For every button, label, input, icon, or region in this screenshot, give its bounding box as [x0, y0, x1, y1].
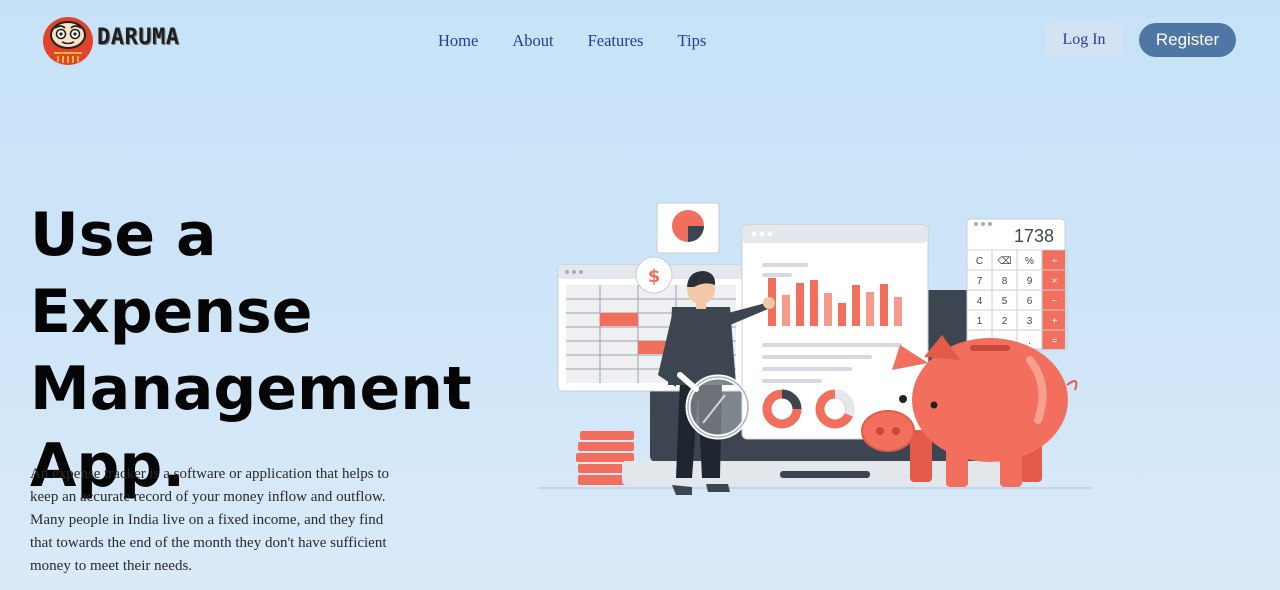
hero-title: Use a Expense Management App. [30, 200, 472, 501]
calculator-key: % [1025, 256, 1034, 267]
nav-home-link[interactable]: Home [438, 31, 478, 51]
calculator-key: 9 [1027, 276, 1033, 287]
nav-tips-link[interactable]: Tips [677, 31, 706, 51]
register-button[interactable]: Register [1139, 23, 1236, 57]
pie-chart-card [656, 202, 720, 254]
calculator-key: . [1028, 336, 1031, 347]
calculator-key: ÷ [1052, 256, 1058, 267]
dollar-bubble: $ [635, 256, 673, 294]
calculator-key: 8 [1002, 276, 1008, 287]
calculator-key: 4 [977, 296, 983, 307]
expense-illustration: $ 1738 C ⌫% ÷ 7 8 9 × 4 5 6 − 1 2 3 +. = [538, 202, 1092, 495]
calculator-key: 6 [1027, 296, 1033, 307]
daruma-doll-icon [43, 17, 93, 65]
calculator: 1738 C ⌫% ÷ 7 8 9 × 4 5 6 − 1 2 3 +. = [966, 218, 1068, 351]
nav-features-link[interactable]: Features [588, 31, 644, 51]
calculator-key: 2 [1002, 316, 1008, 327]
calculator-key: = [1052, 336, 1058, 347]
bar-chart-window [741, 224, 929, 440]
calculator-key: 1 [977, 316, 983, 327]
hero-description: An expense tracker is a software or appl… [30, 466, 390, 574]
calculator-key: ⌫ [997, 256, 1011, 267]
main-nav: Home About Features Tips [438, 31, 706, 51]
dollar-sign-icon: $ [648, 266, 661, 287]
calculator-key: 5 [1002, 296, 1008, 307]
calculator-display: 1738 [1014, 226, 1054, 246]
brand-name: DARUMA [97, 25, 180, 50]
calculator-key: 7 [977, 276, 983, 287]
calculator-key: C [976, 256, 983, 267]
calculator-key: − [1052, 296, 1058, 307]
nav-about-link[interactable]: About [512, 31, 553, 51]
brand-logo[interactable]: DARUMA [42, 15, 187, 67]
login-button[interactable]: Log In [1046, 22, 1122, 58]
calculator-key: 3 [1027, 316, 1033, 327]
calculator-key: + [1052, 316, 1058, 327]
calculator-key: × [1052, 276, 1058, 287]
